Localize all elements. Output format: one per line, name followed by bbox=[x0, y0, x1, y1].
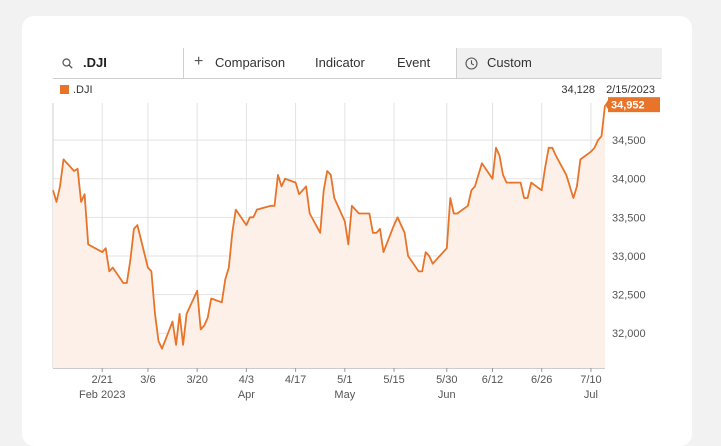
x-tick-label: 5/30 bbox=[436, 374, 457, 386]
y-tick-label: 33,000 bbox=[612, 251, 646, 263]
price-chart[interactable]: 32,000 32,500 33,000 33,500 34,000 34,500 2/21… bbox=[0, 0, 721, 427]
x-tick-label: 7/10 bbox=[580, 374, 601, 386]
x-tick-label: 5/15 bbox=[383, 374, 404, 386]
x-tick-label: 2/21 bbox=[92, 374, 113, 386]
last-value-label: 34,952 bbox=[611, 100, 645, 112]
series-area-fill bbox=[53, 105, 605, 368]
x-tick-sublabel: Jul bbox=[584, 389, 598, 401]
x-tick-label: 3/20 bbox=[186, 374, 207, 386]
x-tick-sublabel: Jun bbox=[438, 389, 456, 401]
x-tick-label: 6/12 bbox=[482, 374, 503, 386]
x-tick-label: 4/17 bbox=[285, 374, 306, 386]
y-tick-label: 33,500 bbox=[612, 212, 646, 224]
x-tick-label: 6/26 bbox=[531, 374, 552, 386]
x-tick-label: 3/6 bbox=[140, 374, 155, 386]
x-tick-sublabel: Feb 2023 bbox=[79, 389, 125, 401]
x-tick-label: 4/3 bbox=[239, 374, 254, 386]
y-tick-label: 34,000 bbox=[612, 174, 646, 186]
x-tick-sublabel: May bbox=[334, 389, 355, 401]
y-tick-label: 32,000 bbox=[612, 328, 646, 340]
y-tick-label: 32,500 bbox=[612, 290, 646, 302]
y-tick-label: 34,500 bbox=[612, 135, 646, 147]
x-tick-label: 5/1 bbox=[337, 374, 352, 386]
x-tick-sublabel: Apr bbox=[238, 389, 255, 401]
